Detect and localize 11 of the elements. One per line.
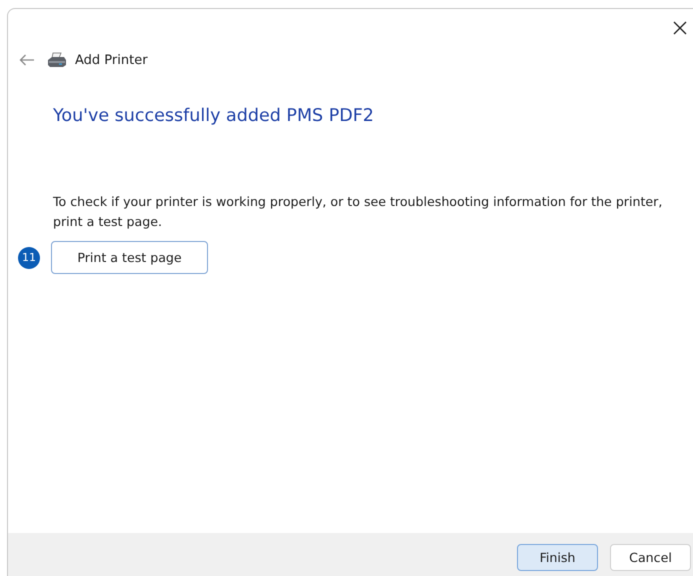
back-button[interactable]	[17, 52, 37, 68]
print-test-page-button[interactable]: Print a test page	[51, 241, 208, 274]
window-title: Add Printer	[75, 52, 148, 68]
step-badge: 11	[18, 246, 40, 268]
back-arrow-icon	[19, 54, 35, 66]
success-heading: You've successfully added PMS PDF2	[53, 106, 375, 126]
finish-button[interactable]: Finish	[517, 544, 598, 570]
cancel-button[interactable]: Cancel	[610, 544, 691, 570]
close-icon	[673, 21, 687, 35]
description-text: To check if your printer is working properly, or to see troubleshooting information for the printer, print a test page.	[53, 193, 664, 231]
printer-icon	[47, 52, 67, 68]
